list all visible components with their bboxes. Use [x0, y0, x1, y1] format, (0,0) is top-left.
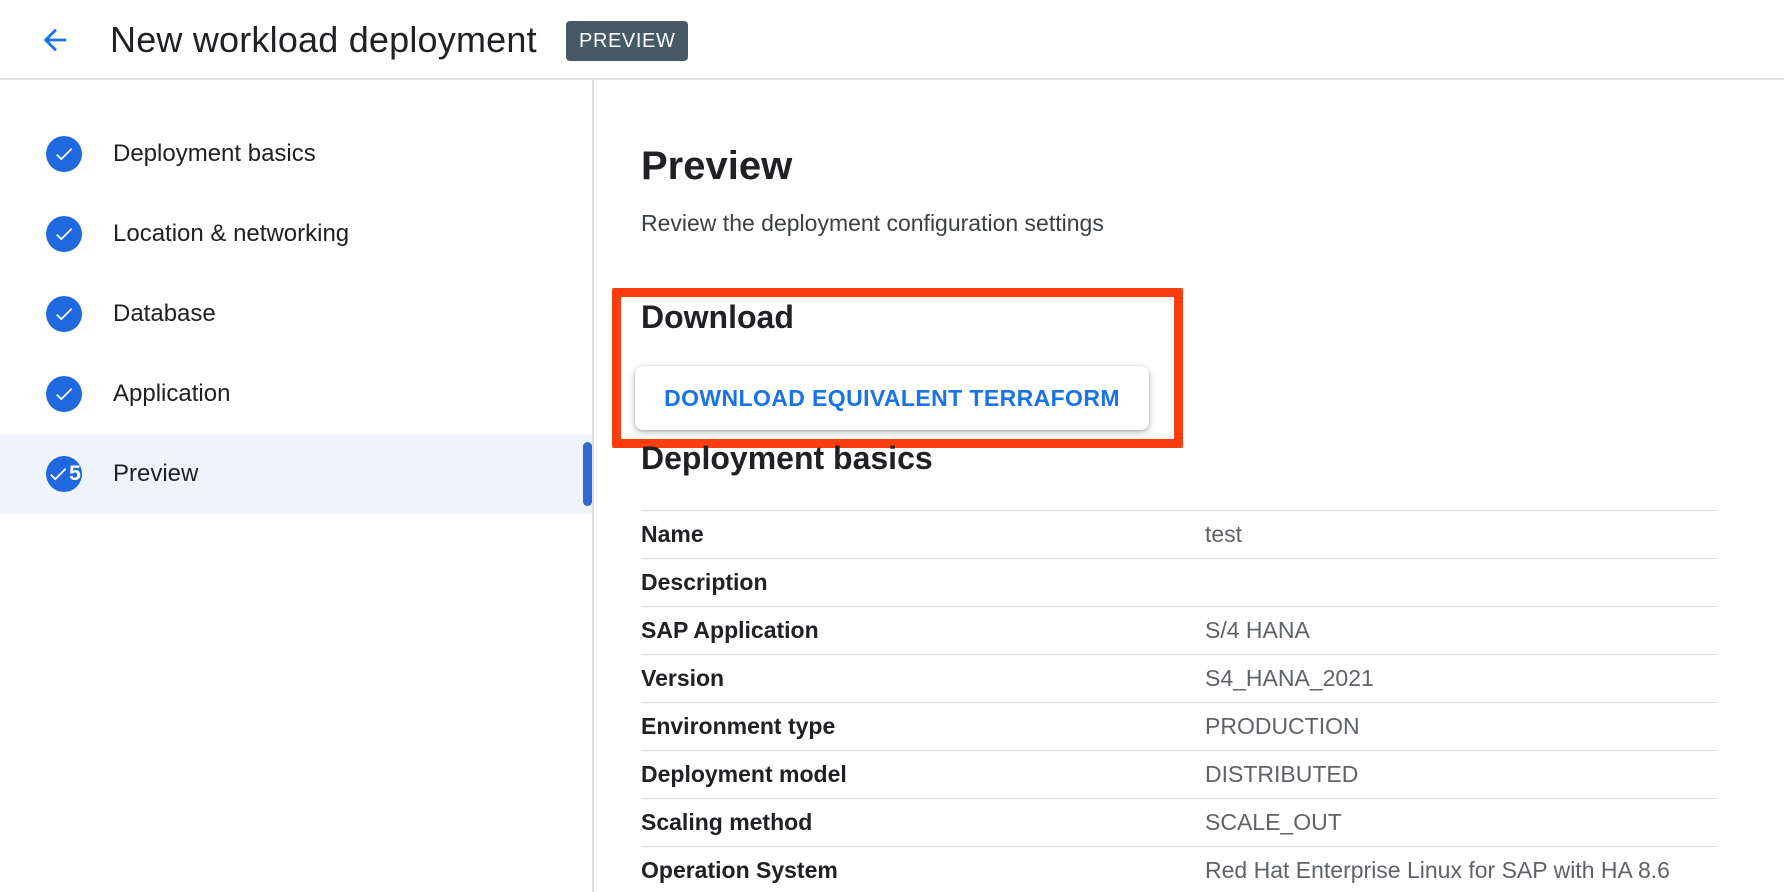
- check-icon: [47, 463, 69, 485]
- row-value: PRODUCTION: [1205, 713, 1718, 740]
- row-value: S/4 HANA: [1205, 617, 1718, 644]
- step-status-icon: [46, 136, 82, 172]
- stepper-item[interactable]: Location & networking: [0, 194, 592, 274]
- main-subtitle: Review the deployment configuration sett…: [641, 210, 1104, 237]
- arrow-back-icon: [38, 23, 72, 57]
- table-row: Name test: [641, 510, 1718, 558]
- step-status-icon: [46, 296, 82, 332]
- table-row: SAP Application S/4 HANA: [641, 606, 1718, 654]
- step-status-icon: 5: [46, 456, 82, 492]
- row-label: Operation System: [641, 857, 1205, 884]
- row-value: Red Hat Enterprise Linux for SAP with HA…: [1205, 857, 1718, 884]
- stepper-item[interactable]: Database: [0, 274, 592, 354]
- stepper-item[interactable]: Application: [0, 354, 592, 434]
- check-icon: [53, 303, 75, 325]
- page-title: New workload deployment: [110, 0, 537, 80]
- row-label: SAP Application: [641, 617, 1205, 644]
- new-workload-deployment-page: New workload deployment PREVIEW Deployme…: [0, 0, 1784, 892]
- step-label: Preview: [113, 460, 198, 488]
- stepper-item[interactable]: 5 Preview: [0, 434, 592, 514]
- row-label: Version: [641, 665, 1205, 692]
- table-row: Operation System Red Hat Enterprise Linu…: [641, 846, 1718, 892]
- row-value: test: [1205, 521, 1718, 548]
- step-status-icon: [46, 376, 82, 412]
- step-status-icon: [46, 216, 82, 252]
- table-row: Version S4_HANA_2021: [641, 654, 1718, 702]
- step-label: Location & networking: [113, 220, 349, 248]
- back-button[interactable]: [36, 21, 74, 59]
- step-label: Deployment basics: [113, 140, 316, 168]
- row-label: Scaling method: [641, 809, 1205, 836]
- check-icon: [53, 383, 75, 405]
- step-number: 5: [69, 462, 81, 486]
- download-terraform-button[interactable]: DOWNLOAD EQUIVALENT TERRAFORM: [635, 366, 1149, 430]
- active-step-indicator-bar: [583, 442, 592, 506]
- row-value: DISTRIBUTED: [1205, 761, 1718, 788]
- deployment-basics-heading: Deployment basics: [641, 442, 933, 474]
- row-label: Environment type: [641, 713, 1205, 740]
- download-heading: Download: [641, 301, 794, 333]
- row-label: Deployment model: [641, 761, 1205, 788]
- stepper-item[interactable]: Deployment basics: [0, 114, 592, 194]
- row-value: S4_HANA_2021: [1205, 665, 1718, 692]
- step-label: Database: [113, 300, 216, 328]
- header: New workload deployment PREVIEW: [0, 0, 1784, 80]
- table-row: Description: [641, 558, 1718, 606]
- preview-badge: PREVIEW: [566, 21, 688, 61]
- table-row: Deployment model DISTRIBUTED: [641, 750, 1718, 798]
- table-row: Scaling method SCALE_OUT: [641, 798, 1718, 846]
- row-label: Description: [641, 569, 1205, 596]
- check-icon: [53, 223, 75, 245]
- step-label: Application: [113, 380, 230, 408]
- stepper-sidebar: Deployment basics Location & networking: [0, 80, 594, 892]
- table-row: Environment type PRODUCTION: [641, 702, 1718, 750]
- row-value: SCALE_OUT: [1205, 809, 1718, 836]
- main-heading: Preview: [641, 146, 792, 186]
- deployment-basics-table: Name test Description SAP Application S/…: [641, 510, 1718, 892]
- row-label: Name: [641, 521, 1205, 548]
- check-icon: [53, 143, 75, 165]
